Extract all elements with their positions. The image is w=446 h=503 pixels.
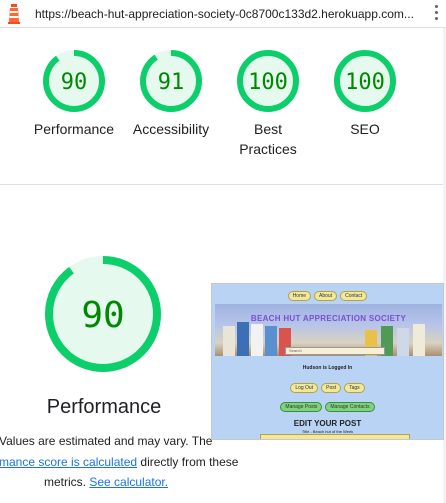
thumb-search: Search [285,347,385,355]
gauge-ring: 90 [43,50,105,112]
gauge-best-practices[interactable]: 100 Best Practices [221,48,315,159]
section-divider [0,184,443,185]
gauge-ring: 91 [140,50,202,112]
thumb-hero-image: BEACH HUT APPRECIATION SOCIETY Search [215,304,442,356]
score-label: SEO [350,121,380,137]
more-options-icon[interactable] [432,5,440,23]
gauge-performance[interactable]: 90 Performance [27,48,121,139]
thumb-tags: Tags [344,383,365,393]
url-bar: https://beach-hut-appreciation-society-0… [0,0,446,28]
performance-score: 90 [81,295,124,336]
score-value: 100 [345,70,385,95]
gauge-ring: 100 [334,50,396,112]
note-text: directly from these [137,455,239,469]
score-value: 90 [61,70,88,95]
thumb-actions: Log Out Post Tags [212,383,443,393]
thumb-manage-posts: Manage Posts [280,402,323,412]
thumb-post: Post [321,383,342,393]
page-url[interactable]: https://beach-hut-appreciation-society-0… [35,7,414,21]
thumb-site-title: BEACH HUT APPRECIATION SOCIETY [250,314,407,323]
score-label-line2: Practices [239,141,297,157]
page-screenshot-thumbnail[interactable]: Home About Contact BEACH HUT APPRECIATIO… [211,283,444,440]
score-calculation-link[interactable]: mance score is calculated [0,455,137,469]
thumb-logout: Log Out [290,383,319,393]
score-gauges: 90 Performance 91 Accessibility 100 Best… [0,28,446,185]
thumb-nav-contact: Contact [340,291,368,301]
thumb-nav-home: Home [287,291,312,301]
estimate-note-line2: mance score is calculated directly from … [0,452,238,472]
note-text: metrics. [44,475,90,489]
thumb-logged-in: Hudson is Logged In [302,365,353,371]
gauge-seo[interactable]: 100 SEO [318,48,412,139]
thumb-nav-about: About [314,291,338,301]
thumb-nav: Home About Contact [212,291,443,301]
gauge-ring: 100 [237,50,299,112]
see-calculator-link[interactable]: See calculator. [89,475,168,489]
thumb-form-field [260,434,410,439]
thumb-heading: EDIT YOUR POST [293,419,362,428]
score-label: Best [253,121,282,137]
score-value: 91 [158,70,185,95]
score-label: Accessibility [132,121,210,137]
thumb-manage-contacts: Manage Contacts [325,402,375,412]
gauge-accessibility[interactable]: 91 Accessibility [124,48,218,139]
estimate-note: Values are estimated and may vary. The [0,434,213,448]
performance-title: Performance [46,396,162,418]
lighthouse-icon [8,4,20,24]
performance-gauge: 90 [45,256,161,372]
estimate-note-line3: metrics. See calculator. [44,472,168,492]
score-value: 100 [248,70,288,95]
score-label: Performance [33,121,115,137]
thumb-manage: Manage Posts Manage Contacts [212,402,443,412]
